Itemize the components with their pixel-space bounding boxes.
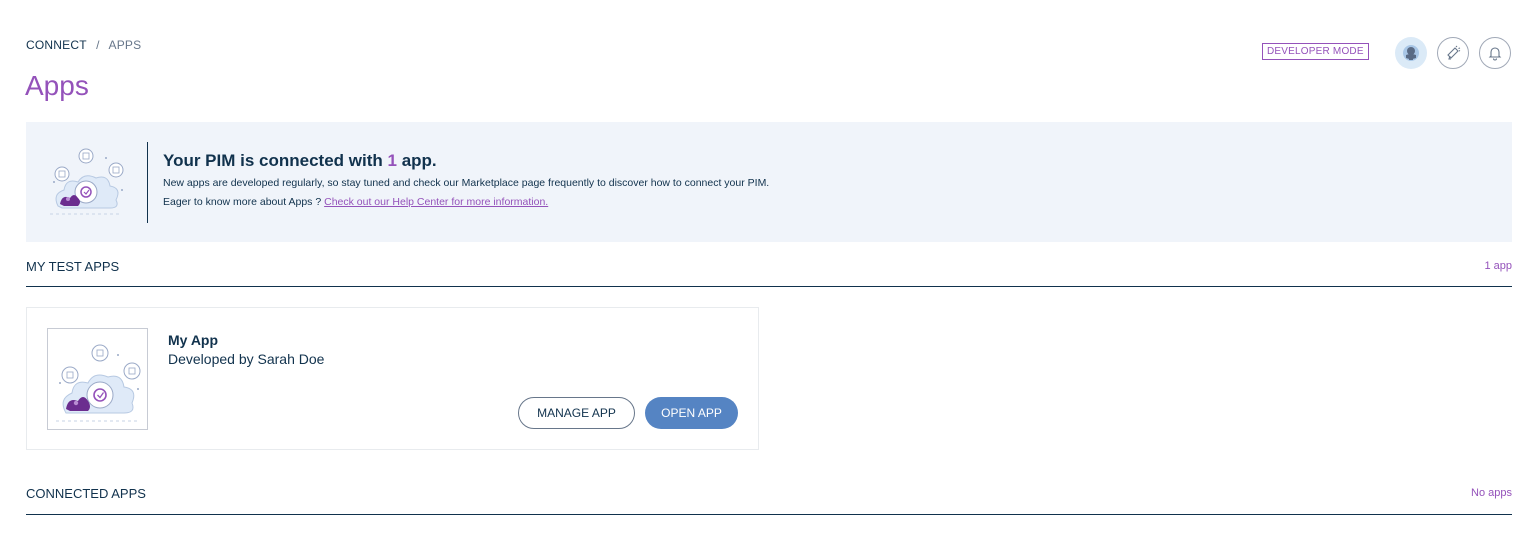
bell-icon — [1488, 47, 1502, 61]
info-banner-help: Eager to know more about Apps ? Check ou… — [163, 196, 548, 208]
info-banner-description: New apps are developed regularly, so sta… — [163, 177, 770, 189]
my-test-apps-header: MY TEST APPS 1 app — [26, 259, 1512, 287]
breadcrumb-separator: / — [96, 38, 100, 52]
help-center-link[interactable]: Check out our Help Center for more infor… — [324, 196, 548, 208]
cloud-apps-illustration-icon — [50, 148, 124, 215]
connected-apps-header: CONNECTED APPS No apps — [26, 486, 1512, 515]
info-title-prefix: Your PIM is connected with — [163, 151, 383, 170]
info-help-prefix: Eager to know more about Apps ? — [163, 196, 322, 208]
section-title: CONNECTED APPS — [26, 486, 146, 501]
info-banner: Your PIM is connected with 1 app. New ap… — [26, 122, 1512, 242]
info-title-suffix: app. — [401, 151, 437, 170]
user-avatar-icon — [1403, 45, 1419, 61]
breadcrumb: CONNECT / APPS — [26, 38, 141, 52]
breadcrumb-connect-link[interactable]: CONNECT — [26, 38, 87, 52]
section-title: MY TEST APPS — [26, 259, 120, 274]
announcements-button[interactable] — [1437, 37, 1469, 69]
breadcrumb-current: APPS — [108, 38, 142, 52]
manage-app-button[interactable]: MANAGE APP — [518, 397, 635, 429]
app-author: Developed by Sarah Doe — [168, 351, 325, 367]
info-banner-divider — [147, 142, 148, 223]
page-title: Apps — [25, 70, 89, 101]
notifications-button[interactable] — [1479, 37, 1511, 69]
section-count: No apps — [1471, 487, 1512, 499]
test-app-card: My App Developed by Sarah Doe MANAGE APP… — [26, 307, 759, 450]
megaphone-icon — [1447, 45, 1461, 60]
app-logo-icon — [56, 344, 141, 422]
user-avatar[interactable] — [1395, 37, 1427, 69]
app-name: My App — [168, 332, 219, 348]
app-logo — [47, 328, 148, 430]
info-banner-title: Your PIM is connected with 1 app. — [163, 151, 437, 171]
section-count: 1 app — [1484, 260, 1512, 272]
connected-app-count: 1 — [387, 151, 397, 170]
open-app-button[interactable]: OPEN APP — [645, 397, 738, 429]
developer-mode-badge: DEVELOPER MODE — [1262, 43, 1369, 60]
